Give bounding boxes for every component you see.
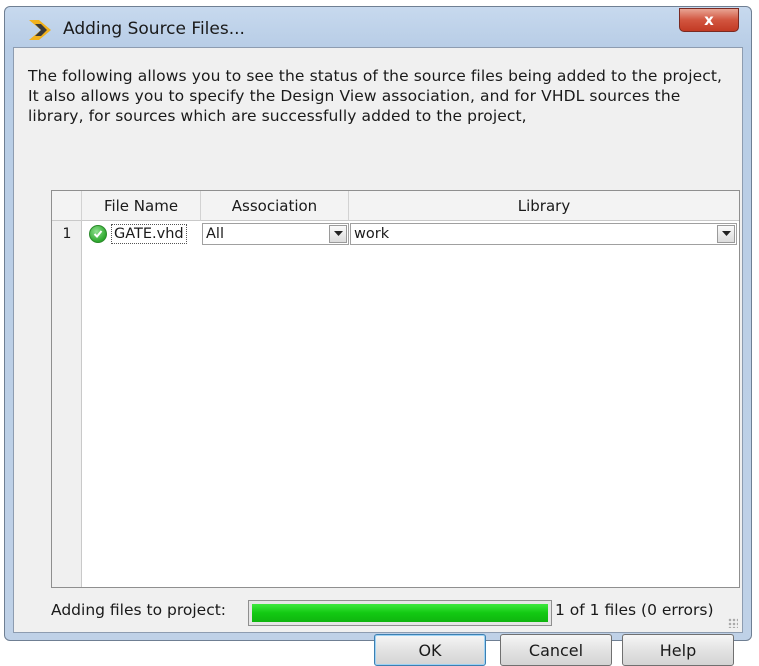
cancel-button[interactable]: Cancel (500, 634, 612, 666)
title-bar[interactable]: Adding Source Files... x (5, 7, 751, 47)
file-name-cell[interactable]: GATE.vhd (84, 223, 201, 245)
progress-status-text: 1 of 1 files (0 errors) (555, 601, 714, 619)
column-header-library[interactable]: Library (349, 191, 739, 221)
close-icon: x (704, 11, 714, 29)
dialog-client-area: The following allows you to see the stat… (13, 47, 743, 666)
column-header-association[interactable]: Association (201, 191, 349, 221)
library-dropdown[interactable]: work (350, 223, 737, 245)
progress-fill (252, 604, 548, 622)
source-files-table: File Name Association Library 1 GATE.vhd… (51, 190, 740, 588)
row-header-column (52, 191, 82, 587)
progress-bar (248, 600, 552, 626)
chevron-down-icon (333, 231, 343, 236)
row-number: 1 (62, 226, 72, 242)
association-dropdown-arrow[interactable] (329, 225, 347, 243)
association-dropdown[interactable]: All (202, 223, 349, 245)
help-button[interactable]: Help (622, 634, 734, 666)
association-value: All (206, 226, 224, 242)
file-name-text: GATE.vhd (111, 224, 187, 244)
ise-logo-icon (29, 20, 51, 40)
dialog-title: Adding Source Files... (63, 19, 245, 39)
library-value: work (354, 226, 390, 242)
resize-grip[interactable] (728, 618, 738, 628)
column-header-file-name[interactable]: File Name (82, 191, 201, 221)
corner-header (52, 191, 82, 221)
chevron-down-icon (721, 231, 731, 236)
progress-label: Adding files to project: (51, 601, 227, 619)
success-check-icon (89, 225, 107, 243)
close-button[interactable]: x (679, 8, 739, 32)
description-text: The following allows you to see the stat… (28, 67, 723, 125)
library-dropdown-arrow[interactable] (717, 225, 735, 243)
ok-button[interactable]: OK (374, 634, 486, 666)
adding-source-files-dialog: Adding Source Files... x The following a… (4, 6, 752, 666)
